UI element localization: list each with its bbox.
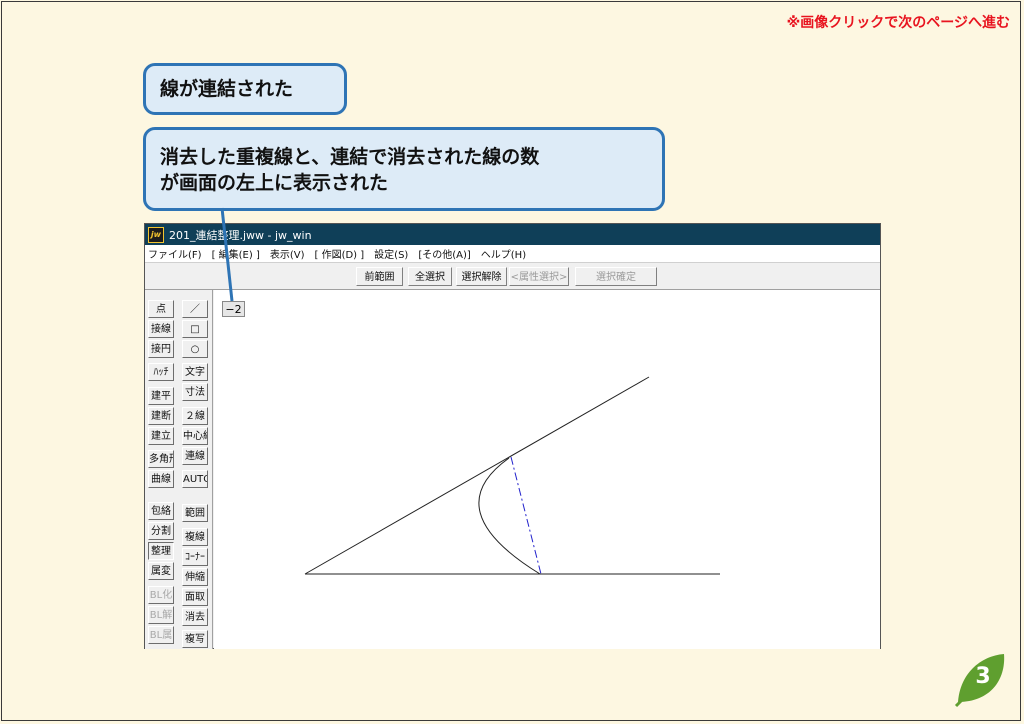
tool-point[interactable]: 点	[148, 300, 174, 318]
tool-cleanup[interactable]: 整理	[148, 542, 174, 560]
tool-block-attr[interactable]: BL属	[148, 626, 174, 644]
tool-tangent-circle[interactable]: 接円	[148, 340, 174, 358]
tool-double-line[interactable]: ２線	[182, 407, 208, 425]
tool-corner[interactable]: ｺｰﾅｰ	[182, 548, 208, 566]
tool-hatch[interactable]: ﾊｯﾁ	[148, 363, 174, 381]
callout-deleted-count: 消去した重複線と、連結で消去された線の数 が画面の左上に表示された	[143, 127, 665, 211]
drawing-dashed-chord[interactable]	[510, 456, 542, 575]
tool-block-release[interactable]: BL解	[148, 606, 174, 624]
menu-settings[interactable]: 設定(S)	[374, 246, 408, 261]
tool-rectangle[interactable]: □	[182, 320, 208, 338]
tool-tangent-line[interactable]: 接線	[148, 320, 174, 338]
attribute-select-button[interactable]: <属性選択>	[509, 267, 569, 286]
window-title: 201_連結整理.jww - jw_win	[169, 228, 312, 242]
tool-palette: 点 接線 接円 ﾊｯﾁ 建平 建断 建立 多角形 曲線 包絡 分割 整理 属変 …	[145, 290, 213, 649]
tool-envelope[interactable]: 包絡	[148, 502, 174, 520]
drawing-arc[interactable]	[478, 457, 541, 575]
tool-elevation[interactable]: 建立	[148, 427, 174, 445]
drawing-canvas[interactable]	[214, 290, 880, 649]
tool-stretch[interactable]: 伸縮	[182, 568, 208, 586]
next-page-hint[interactable]: ※画像クリックで次のページへ進む	[787, 12, 1010, 32]
tool-divide[interactable]: 分割	[148, 522, 174, 540]
tool-offset[interactable]: 複線	[182, 528, 208, 546]
jw-cad-window: jw 201_連結整理.jww - jw_win ファイル(F) [ 編集(E)…	[144, 223, 881, 649]
tool-text[interactable]: 文字	[182, 363, 208, 381]
tool-continuous-line[interactable]: 連線	[182, 447, 208, 465]
callout-lines-connected: 線が連結された	[143, 63, 347, 115]
deleted-count-indicator: −2	[222, 301, 245, 317]
tool-auto[interactable]: AUTO	[182, 470, 208, 488]
menu-view[interactable]: 表示(V)	[270, 246, 305, 261]
drawing-slanted-line[interactable]	[304, 376, 650, 575]
menu-bar: ファイル(F) [ 編集(E) ] 表示(V) [ 作図(D) ] 設定(S) …	[145, 245, 880, 262]
menu-edit[interactable]: [ 編集(E) ]	[212, 246, 260, 261]
tool-polygon[interactable]: 多角形	[148, 450, 174, 468]
deselect-button[interactable]: 選択解除	[456, 267, 507, 286]
confirm-selection-button[interactable]: 選択確定	[575, 267, 657, 286]
tool-block-make[interactable]: BL化	[148, 586, 174, 604]
callout-text: 線が連結された	[160, 78, 294, 100]
tool-circle[interactable]: ○	[182, 340, 208, 358]
tool-line[interactable]: ／	[182, 300, 208, 318]
tool-section[interactable]: 建断	[148, 407, 174, 425]
tool-copy[interactable]: 複写	[182, 630, 208, 648]
page-number: 3	[975, 664, 991, 689]
tool-erase[interactable]: 消去	[182, 608, 208, 626]
select-all-button[interactable]: 全選択	[408, 267, 452, 286]
app-icon: jw	[148, 226, 164, 243]
tool-curve[interactable]: 曲線	[148, 470, 174, 488]
menu-file[interactable]: ファイル(F)	[148, 246, 202, 261]
prev-range-button[interactable]: 前範囲	[356, 267, 403, 286]
callout-text-line2: が画面の左上に表示された	[160, 172, 389, 194]
selection-toolbar: 前範囲 全選択 選択解除 <属性選択> 選択確定	[145, 262, 880, 290]
tool-chamfer[interactable]: 面取	[182, 588, 208, 606]
menu-help[interactable]: ヘルプ(H)	[481, 246, 526, 261]
tool-range[interactable]: 範囲	[182, 504, 208, 522]
tool-center-line[interactable]: 中心線	[182, 427, 208, 445]
tool-plan[interactable]: 建平	[148, 387, 174, 405]
callout-text-line1: 消去した重複線と、連結で消去された線の数	[160, 146, 540, 168]
menu-draw[interactable]: [ 作図(D) ]	[315, 246, 365, 261]
menu-other[interactable]: [その他(A)]	[418, 246, 470, 261]
tool-dimension[interactable]: 寸法	[182, 383, 208, 401]
tool-attr-change[interactable]: 属変	[148, 562, 174, 580]
title-bar: jw 201_連結整理.jww - jw_win	[145, 224, 880, 245]
drawing-svg	[304, 376, 720, 575]
